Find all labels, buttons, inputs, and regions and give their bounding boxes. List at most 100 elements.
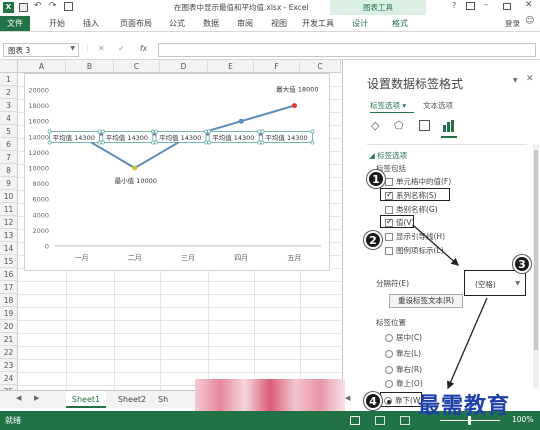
- row-header[interactable]: 21: [0, 333, 18, 346]
- row-header[interactable]: 17: [0, 281, 18, 294]
- page-layout-icon[interactable]: [375, 416, 385, 425]
- option-leader-lines[interactable]: 显示引导线(H): [385, 231, 445, 242]
- row-header[interactable]: 15: [0, 255, 18, 268]
- position-center[interactable]: 居中(C): [385, 332, 422, 343]
- minimize-icon[interactable]: –: [484, 0, 489, 10]
- name-box[interactable]: 图表 3 ▼: [3, 43, 79, 57]
- tab-developer[interactable]: 开发工具: [298, 16, 338, 31]
- tab-formulas[interactable]: 公式: [162, 16, 192, 31]
- fill-line-icon[interactable]: ◇: [371, 119, 379, 132]
- option-legend-key[interactable]: 图例项标示(L): [385, 245, 444, 256]
- row-header[interactable]: 8: [0, 164, 18, 177]
- pane-close-icon[interactable]: ✕: [526, 74, 534, 84]
- checkbox-value[interactable]: ✓: [385, 217, 393, 227]
- column-header[interactable]: E: [208, 60, 254, 73]
- scroll-left-icon[interactable]: ◀: [345, 394, 350, 402]
- save-icon[interactable]: [19, 3, 28, 12]
- row-header[interactable]: 18: [0, 294, 18, 307]
- row-header[interactable]: 22: [0, 346, 18, 359]
- zoom-level[interactable]: 100%: [512, 415, 533, 424]
- row-header[interactable]: 2: [0, 86, 18, 99]
- radio-center[interactable]: [385, 334, 393, 342]
- section-label-options[interactable]: ◢ 标签选项: [369, 150, 407, 161]
- position-left[interactable]: 靠左(L): [385, 348, 421, 359]
- row-header[interactable]: 16: [0, 268, 18, 281]
- row-header[interactable]: 23: [0, 359, 18, 372]
- enter-icon[interactable]: ✓: [118, 44, 125, 53]
- tab-text-options[interactable]: 文本选项: [423, 100, 453, 111]
- pane-dropdown-icon[interactable]: ▼: [513, 77, 518, 84]
- chevron-down-icon[interactable]: ▼: [515, 280, 520, 287]
- row-header[interactable]: 5: [0, 125, 18, 138]
- effects-icon[interactable]: ⬠: [394, 119, 404, 132]
- sheet-tab-sheet3[interactable]: Sh: [158, 391, 188, 408]
- sheet-prev-icon[interactable]: ◀: [16, 394, 21, 402]
- radio-left[interactable]: [385, 350, 393, 358]
- column-header[interactable]: C: [300, 60, 341, 73]
- undo-icon[interactable]: ↶: [34, 1, 42, 11]
- select-all-corner[interactable]: [0, 60, 18, 73]
- separator-select[interactable]: (空格) ▼: [464, 270, 526, 296]
- row-header[interactable]: 7: [0, 151, 18, 164]
- row-header[interactable]: 9: [0, 177, 18, 190]
- column-header[interactable]: C: [114, 60, 160, 73]
- row-header[interactable]: 11: [0, 203, 18, 216]
- tab-data[interactable]: 数据: [196, 16, 226, 31]
- redo-icon[interactable]: ↷: [49, 1, 57, 11]
- tab-page-layout[interactable]: 页面布局: [114, 16, 158, 31]
- tab-home[interactable]: 开始: [42, 16, 72, 31]
- radio-above[interactable]: [385, 380, 393, 388]
- radio-right[interactable]: [385, 366, 393, 374]
- size-properties-icon[interactable]: [419, 120, 430, 131]
- row-header[interactable]: 1: [0, 73, 18, 86]
- sheet-next-icon[interactable]: ▶: [34, 394, 39, 402]
- tab-insert[interactable]: 插入: [76, 16, 106, 31]
- ribbon-display-icon[interactable]: [466, 2, 475, 10]
- checkbox-category-name[interactable]: [385, 206, 393, 214]
- row-header[interactable]: 20: [0, 320, 18, 333]
- row-header[interactable]: 19: [0, 307, 18, 320]
- option-value[interactable]: ✓ 值(V): [385, 217, 414, 228]
- tab-view[interactable]: 视图: [264, 16, 294, 31]
- row-header[interactable]: 24: [0, 372, 18, 385]
- option-series-name[interactable]: ✓ 系列名称(S): [385, 190, 437, 201]
- smiley-icon[interactable]: ☺: [525, 16, 534, 26]
- formula-input[interactable]: [158, 43, 536, 57]
- column-header[interactable]: F: [254, 60, 300, 73]
- row-header[interactable]: 10: [0, 190, 18, 203]
- worksheet-grid[interactable]: ABCDEFC 1 2 3 4 5 6 7 8 9 10 11 12 13 14 15 16 17 18 19 20 2…: [0, 60, 341, 390]
- help-icon[interactable]: ?: [452, 1, 456, 10]
- row-header[interactable]: 14: [0, 242, 18, 255]
- reset-label-text-button[interactable]: 重设标签文本(R): [389, 294, 463, 308]
- function-icon[interactable]: fx: [140, 44, 147, 53]
- chart-area[interactable]: 20000 18000 16000 14000 12000 10000 8000 6000 40…: [24, 73, 330, 271]
- page-break-icon[interactable]: [400, 416, 410, 425]
- line-chart[interactable]: 2000018000160001400012000100008000600040…: [25, 74, 331, 272]
- option-category-name[interactable]: 类别名称(G): [385, 204, 438, 215]
- row-header[interactable]: 12: [0, 216, 18, 229]
- row-header[interactable]: 6: [0, 138, 18, 151]
- checkbox-leader-lines[interactable]: [385, 233, 393, 241]
- column-header[interactable]: D: [160, 60, 208, 73]
- option-cell-value[interactable]: 单元格中的值(F): [385, 176, 451, 187]
- tab-format[interactable]: 格式: [382, 16, 418, 31]
- close-icon[interactable]: ✕: [525, 0, 533, 10]
- checkbox-legend-key[interactable]: [385, 247, 393, 255]
- normal-view-icon[interactable]: [350, 416, 360, 425]
- row-header[interactable]: 4: [0, 112, 18, 125]
- position-right[interactable]: 靠右(R): [385, 364, 422, 375]
- restore-icon[interactable]: [503, 3, 511, 10]
- checkbox-series-name[interactable]: ✓: [385, 190, 393, 200]
- checkbox-cell-value[interactable]: [385, 178, 393, 186]
- tab-design[interactable]: 设计: [342, 16, 378, 31]
- user-login[interactable]: 登录: [505, 18, 520, 29]
- column-header[interactable]: B: [66, 60, 114, 73]
- label-options-icon[interactable]: [443, 120, 455, 134]
- tab-review[interactable]: 审阅: [230, 16, 260, 31]
- chevron-down-icon[interactable]: ▼: [70, 45, 75, 52]
- row-header[interactable]: 13: [0, 229, 18, 242]
- tab-file[interactable]: 文件: [0, 16, 30, 31]
- tab-label-options[interactable]: 标签选项 ▾: [370, 100, 406, 111]
- sheet-tab-sheet1[interactable]: Sheet1: [66, 391, 106, 408]
- pane-scrollbar-thumb[interactable]: [534, 150, 538, 350]
